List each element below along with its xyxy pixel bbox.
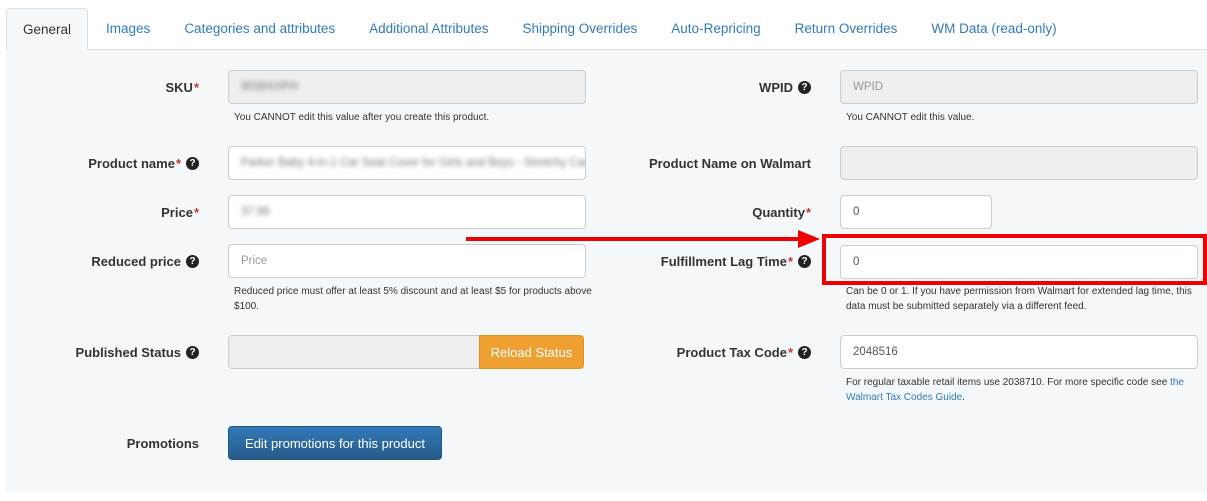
reduced-price-label: Reduced price? bbox=[60, 244, 199, 278]
wpid-label: WPID? bbox=[620, 70, 811, 104]
quantity-input[interactable]: 0 bbox=[840, 195, 992, 229]
price-value: 37.99 bbox=[241, 206, 270, 218]
tab-additional-attributes[interactable]: Additional Attributes bbox=[353, 8, 504, 50]
product-name-walmart-label: Product Name on Walmart bbox=[620, 146, 811, 180]
required-marker: * bbox=[175, 155, 181, 171]
reload-status-button[interactable]: Reload Status bbox=[479, 335, 584, 369]
tab-shipping-overrides[interactable]: Shipping Overrides bbox=[506, 8, 653, 50]
sku-label: SKU * bbox=[60, 70, 199, 104]
sku-label-text: SKU bbox=[165, 79, 193, 95]
required-marker: * bbox=[193, 204, 199, 220]
annotation-highlight-box bbox=[822, 234, 1207, 285]
fulfillment-lag-time-label-text: Fulfillment Lag Time bbox=[660, 253, 787, 269]
product-tax-code-hint: For regular taxable retail items use 203… bbox=[846, 375, 1206, 405]
published-status-label: Published Status? bbox=[60, 335, 199, 369]
product-tax-code-label-text: Product Tax Code bbox=[676, 344, 787, 360]
required-marker: * bbox=[193, 79, 199, 95]
tab-return-overrides[interactable]: Return Overrides bbox=[779, 8, 914, 50]
published-status-input[interactable] bbox=[228, 335, 480, 369]
price-label-text: Price bbox=[161, 204, 193, 220]
help-icon[interactable]: ? bbox=[798, 345, 811, 359]
help-icon[interactable]: ? bbox=[798, 254, 811, 268]
product-name-walmart-label-text: Product Name on Walmart bbox=[648, 155, 811, 171]
required-marker: * bbox=[805, 204, 811, 220]
product-name-walmart-input[interactable] bbox=[840, 146, 1198, 180]
price-input[interactable]: 37.99 bbox=[228, 195, 586, 229]
tab-general[interactable]: General bbox=[6, 8, 89, 51]
sku-value: 9038XXPH bbox=[241, 81, 298, 93]
edit-promotions-button[interactable]: Edit promotions for this product bbox=[228, 426, 442, 460]
required-marker: * bbox=[787, 344, 793, 360]
tab-wm-data[interactable]: WM Data (read-only) bbox=[915, 8, 1072, 50]
quantity-label: Quantity * bbox=[620, 195, 811, 229]
help-icon[interactable]: ? bbox=[186, 156, 199, 170]
help-icon[interactable]: ? bbox=[186, 345, 199, 359]
help-icon[interactable]: ? bbox=[186, 254, 199, 268]
reduced-price-input[interactable]: Price bbox=[228, 244, 586, 278]
wpid-placeholder: WPID bbox=[853, 81, 884, 93]
product-name-input[interactable]: Parker Baby 4-in-1 Car Seat Cover for Gi… bbox=[228, 146, 586, 180]
required-marker: * bbox=[787, 253, 793, 269]
quantity-value: 0 bbox=[853, 206, 860, 218]
tax-code-hint-end: . bbox=[962, 392, 965, 403]
product-name-label-text: Product name bbox=[88, 155, 175, 171]
product-tax-code-label: Product Tax Code *? bbox=[620, 335, 811, 369]
product-name-label: Product name *? bbox=[60, 146, 199, 180]
wpid-input[interactable]: WPID bbox=[840, 70, 1198, 104]
fulfillment-lag-time-hint: Can be 0 or 1. If you have permission fr… bbox=[846, 286, 1192, 312]
tab-auto-repricing[interactable]: Auto-Repricing bbox=[655, 8, 776, 50]
reduced-price-label-text: Reduced price bbox=[91, 253, 181, 269]
published-status-label-text: Published Status bbox=[75, 344, 181, 360]
annotation-arrow-head bbox=[798, 230, 820, 248]
fulfillment-lag-time-label: Fulfillment Lag Time *? bbox=[620, 244, 811, 278]
tab-categories-and-attributes[interactable]: Categories and attributes bbox=[168, 8, 351, 50]
product-tax-code-input[interactable]: 2048516 bbox=[840, 335, 1198, 369]
help-icon[interactable]: ? bbox=[798, 80, 811, 94]
reduced-price-hint: Reduced price must offer at least 5% dis… bbox=[234, 286, 592, 312]
annotation-arrow-line bbox=[466, 237, 800, 241]
promotions-label: Promotions bbox=[60, 426, 199, 460]
product-tax-code-value: 2048516 bbox=[853, 346, 898, 358]
wpid-hint: You CANNOT edit this value. bbox=[846, 112, 975, 123]
tax-code-hint-text: For regular taxable retail items use 203… bbox=[846, 377, 1171, 388]
promotions-label-text: Promotions bbox=[126, 435, 199, 451]
reduced-price-placeholder: Price bbox=[241, 255, 268, 267]
tab-images[interactable]: Images bbox=[90, 8, 166, 50]
price-label: Price * bbox=[60, 195, 199, 229]
sku-input[interactable]: 9038XXPH bbox=[228, 70, 586, 104]
product-name-value: Parker Baby 4-in-1 Car Seat Cover for Gi… bbox=[241, 157, 586, 169]
sku-hint: You CANNOT edit this value after you cre… bbox=[234, 112, 490, 123]
wpid-label-text: WPID bbox=[759, 79, 793, 95]
tab-bar: General Images Categories and attributes… bbox=[6, 8, 1207, 51]
quantity-label-text: Quantity bbox=[752, 204, 805, 220]
